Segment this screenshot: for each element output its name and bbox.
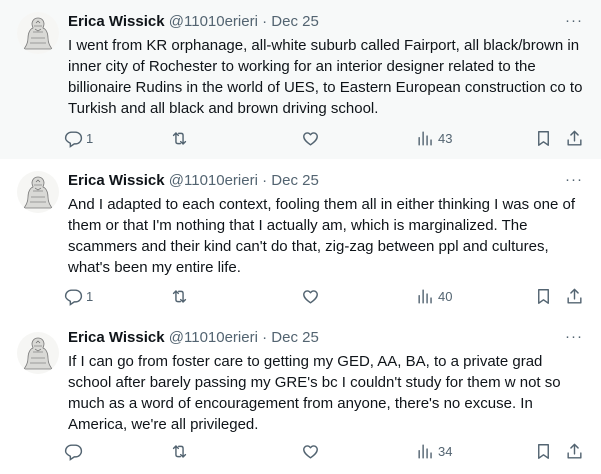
- separator: ·: [262, 172, 268, 189]
- like-icon: [303, 131, 318, 146]
- repost-icon: [172, 289, 187, 303]
- reply-icon: [64, 288, 83, 306]
- share-button[interactable]: [565, 125, 584, 151]
- avatar[interactable]: [17, 171, 59, 213]
- tweet[interactable]: Erica Wissick @11010erieri · Dec 25 ··· …: [0, 159, 601, 320]
- avatar-image-icon: [17, 332, 59, 374]
- tweet[interactable]: Erica Wissick @11010erieri · Dec 25 ··· …: [0, 0, 601, 159]
- separator: ·: [262, 329, 268, 346]
- bookmark-icon: [538, 288, 549, 304]
- views-count: 34: [438, 443, 453, 459]
- reply-button[interactable]: 1: [64, 125, 93, 151]
- repost-icon: [172, 131, 187, 145]
- tweet[interactable]: Erica Wissick @11010erieri · Dec 25 ··· …: [0, 320, 601, 474]
- author-handle[interactable]: @11010erieri: [169, 329, 258, 346]
- more-icon[interactable]: ···: [565, 12, 583, 29]
- like-icon: [303, 444, 318, 459]
- avatar-image-icon: [17, 171, 59, 213]
- avatar[interactable]: [17, 12, 59, 54]
- tweet-text: If I can go from foster care to getting …: [68, 353, 561, 433]
- tweet-actions: 1 40: [60, 283, 600, 309]
- tweet-date[interactable]: Dec 25: [271, 13, 319, 30]
- like-button[interactable]: [301, 438, 323, 464]
- bookmark-icon: [538, 130, 549, 146]
- tweet-date[interactable]: Dec 25: [271, 329, 319, 346]
- share-button[interactable]: [565, 438, 584, 464]
- share-icon: [567, 443, 582, 459]
- like-button[interactable]: [301, 125, 323, 151]
- reply-icon: [64, 130, 83, 148]
- views-button[interactable]: 40: [416, 283, 452, 309]
- views-button[interactable]: 34: [416, 438, 452, 464]
- repost-icon: [172, 444, 187, 458]
- views-button[interactable]: 43: [416, 125, 452, 151]
- like-icon: [303, 289, 318, 304]
- more-icon[interactable]: ···: [565, 328, 583, 345]
- author-handle[interactable]: @11010erieri: [169, 13, 258, 30]
- author-handle[interactable]: @11010erieri: [169, 172, 258, 189]
- bookmark-button[interactable]: [534, 438, 553, 464]
- author-name[interactable]: Erica Wissick: [68, 13, 165, 30]
- views-icon: [418, 130, 432, 146]
- views-icon: [418, 443, 432, 459]
- share-icon: [567, 288, 582, 304]
- tweet-header: Erica Wissick @11010erieri · Dec 25: [68, 12, 319, 32]
- repost-button[interactable]: [170, 125, 192, 151]
- like-button[interactable]: [301, 283, 323, 309]
- tweet-header: Erica Wissick @11010erieri · Dec 25: [68, 328, 319, 348]
- reply-icon: [64, 443, 83, 461]
- avatar-image-icon: [17, 12, 59, 54]
- reply-count: 1: [86, 130, 94, 146]
- bookmark-button[interactable]: [534, 125, 553, 151]
- bookmark-icon: [538, 443, 549, 459]
- tweet-actions: 1 43: [60, 125, 600, 151]
- views-count: 43: [438, 130, 453, 146]
- share-icon: [567, 130, 582, 146]
- author-name[interactable]: Erica Wissick: [68, 172, 165, 189]
- tweet-text: I went from KR orphanage, all-white subu…: [68, 37, 583, 117]
- repost-button[interactable]: [170, 283, 192, 309]
- author-name[interactable]: Erica Wissick: [68, 329, 165, 346]
- repost-button[interactable]: [170, 438, 192, 464]
- reply-count: 1: [86, 288, 94, 304]
- separator: ·: [262, 13, 268, 30]
- tweet-actions: 34: [60, 438, 600, 464]
- tweet-date[interactable]: Dec 25: [271, 172, 319, 189]
- tweet-text: And I adapted to each context, fooling t…: [68, 196, 575, 276]
- share-button[interactable]: [565, 283, 584, 309]
- views-icon: [418, 288, 432, 304]
- views-count: 40: [438, 288, 453, 304]
- avatar[interactable]: [17, 332, 59, 374]
- tweet-header: Erica Wissick @11010erieri · Dec 25: [68, 171, 319, 191]
- reply-button[interactable]: 1: [64, 283, 93, 309]
- reply-button[interactable]: [64, 438, 86, 464]
- more-icon[interactable]: ···: [565, 171, 583, 188]
- bookmark-button[interactable]: [534, 283, 553, 309]
